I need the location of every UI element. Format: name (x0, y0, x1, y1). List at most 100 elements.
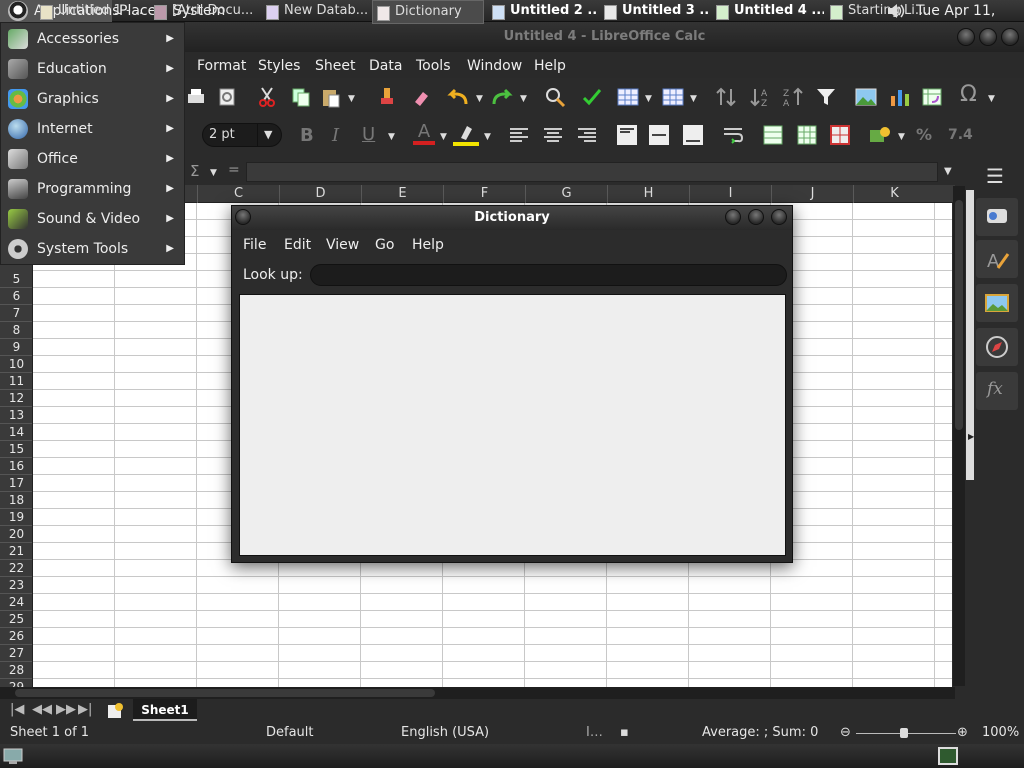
column-header-i[interactable]: I (689, 185, 771, 203)
sidebar-menu-icon[interactable]: ☰ (986, 164, 1004, 188)
dictionary-maximize-button[interactable] (748, 209, 764, 225)
align-center-icon[interactable] (542, 124, 564, 146)
expand-formula-bar-icon[interactable]: ▼ (944, 166, 952, 177)
show-desktop-icon[interactable] (3, 747, 23, 765)
underline-icon[interactable]: U (362, 124, 375, 145)
definition-area[interactable] (239, 294, 786, 556)
sum-dropdown-icon[interactable]: ▼ (210, 168, 217, 178)
align-right-icon[interactable] (576, 124, 598, 146)
underline-dropdown-icon[interactable]: ▼ (388, 132, 395, 142)
minimize-button[interactable] (957, 28, 975, 46)
merge-cells-icon[interactable] (762, 124, 784, 146)
redo-dropdown-icon[interactable]: ▼ (520, 94, 527, 104)
language-status[interactable]: English (USA) (401, 723, 489, 743)
column-header-e[interactable]: E (361, 185, 443, 203)
bold-icon[interactable]: B (300, 125, 314, 146)
row-dropdown-icon[interactable]: ▼ (645, 94, 652, 104)
taskbar-item-untitled-4[interactable]: Untitled 4 ... (712, 0, 824, 24)
sort-descending-icon[interactable]: ZA (781, 86, 805, 108)
zoom-slider-thumb[interactable] (900, 728, 908, 738)
insert-pivot-table-icon[interactable] (920, 86, 944, 108)
sort-icon[interactable] (714, 86, 738, 108)
menu-graphics[interactable]: Graphics ▶ (1, 84, 184, 114)
row-header-item[interactable]: 25 (0, 611, 32, 628)
clear-formatting-icon[interactable] (410, 86, 432, 108)
borders-icon[interactable] (829, 124, 851, 146)
highlight-color-icon[interactable] (453, 124, 479, 146)
last-sheet-icon[interactable]: ▶| (78, 702, 92, 717)
horizontal-scrollbar-thumb[interactable] (15, 689, 435, 697)
unmerge-cells-icon[interactable] (796, 124, 818, 146)
dictionary-menu-view[interactable]: View (326, 234, 359, 256)
row-header-item[interactable]: 10 (0, 356, 32, 373)
first-sheet-icon[interactable]: |◀ (10, 702, 24, 717)
dictionary-menu-file[interactable]: File (243, 234, 266, 256)
taskbar-item-untitled-3[interactable]: Untitled 3 ... (600, 0, 710, 24)
column-header-f[interactable]: F (443, 185, 525, 203)
taskbar-item-starting-libreoffice[interactable]: Starting Li... (826, 0, 934, 24)
taskbar-item-dictionary[interactable]: Dictionary (372, 0, 484, 24)
row-header-item[interactable]: 7 (0, 305, 32, 322)
insert-image-icon[interactable] (854, 86, 878, 108)
special-character-dropdown-icon[interactable]: ▼ (988, 94, 995, 104)
cut-icon[interactable] (256, 86, 278, 108)
sum-icon[interactable]: Σ (190, 162, 199, 180)
autofilter-icon[interactable] (814, 86, 838, 108)
column-icon[interactable] (661, 86, 685, 108)
column-header-k[interactable]: K (853, 185, 935, 203)
row-header-item[interactable]: 24 (0, 594, 32, 611)
row-header-item[interactable]: 21 (0, 543, 32, 560)
row-icon[interactable] (616, 86, 640, 108)
font-size-dropdown-icon[interactable]: ▼ (257, 124, 281, 146)
menu-education[interactable]: Education ▶ (1, 54, 184, 84)
row-header-item[interactable]: 28 (0, 662, 32, 679)
zoom-out-icon[interactable]: ⊖ (840, 723, 851, 743)
sidebar-gallery-button[interactable] (976, 284, 1018, 322)
close-button[interactable] (1001, 28, 1019, 46)
menu-office[interactable]: Office ▶ (1, 144, 184, 174)
page-style[interactable]: Default (266, 723, 314, 743)
add-sheet-icon[interactable] (106, 702, 124, 720)
row-header-item[interactable]: 12 (0, 390, 32, 407)
menu-sound-video[interactable]: Sound & Video ▶ (1, 204, 184, 234)
document-modified-icon[interactable]: ▪ (620, 723, 629, 743)
dictionary-menu-edit[interactable]: Edit (284, 234, 311, 256)
dictionary-window-title[interactable]: Dictionary (232, 206, 792, 230)
center-vertically-icon[interactable] (648, 124, 670, 146)
row-header-item[interactable]: 20 (0, 526, 32, 543)
row-header-item[interactable]: 18 (0, 492, 32, 509)
copy-icon[interactable] (290, 86, 312, 108)
next-sheet-icon[interactable]: ▶▶ (56, 702, 76, 717)
lookup-input[interactable] (310, 264, 787, 286)
sidebar-navigator-button[interactable] (976, 328, 1018, 366)
redo-icon[interactable] (490, 86, 514, 108)
sort-ascending-icon[interactable]: AZ (748, 86, 772, 108)
row-header-item[interactable]: 27 (0, 645, 32, 662)
percent-format-icon[interactable]: % (916, 125, 932, 144)
vertical-scrollbar-thumb[interactable] (955, 200, 963, 430)
sheet-tab-sheet1[interactable]: Sheet1 (133, 699, 197, 721)
find-replace-icon[interactable] (544, 86, 568, 108)
taskbar-item-untitled-2[interactable]: Untitled 2 ... (488, 0, 598, 24)
selection-summary[interactable]: Average: ; Sum: 0 (702, 723, 818, 743)
font-color-icon[interactable]: A (413, 123, 435, 145)
column-header-h[interactable]: H (607, 185, 689, 203)
taskbar-item-new-database[interactable]: New Datab... (262, 0, 370, 24)
paste-icon[interactable] (320, 86, 342, 108)
column-header-d[interactable]: D (279, 185, 361, 203)
insert-chart-icon[interactable] (888, 86, 912, 108)
menu-system-tools[interactable]: System Tools ▶ (1, 234, 184, 264)
row-header-item[interactable]: 9 (0, 339, 32, 356)
selection-mode-icon[interactable]: Ι… (586, 723, 603, 743)
menu-internet[interactable]: Internet ▶ (1, 114, 184, 144)
formula-input[interactable] (246, 162, 938, 182)
spelling-icon[interactable] (580, 86, 604, 108)
formula-icon[interactable]: = (228, 162, 240, 178)
row-header-item[interactable]: 15 (0, 441, 32, 458)
sidebar-functions-button[interactable]: fx (976, 372, 1018, 410)
menu-programming[interactable]: Programming ▶ (1, 174, 184, 204)
row-header-item[interactable]: 8 (0, 322, 32, 339)
previous-sheet-icon[interactable]: ◀◀ (32, 702, 52, 717)
undo-icon[interactable] (446, 86, 470, 108)
align-bottom-icon[interactable] (682, 124, 704, 146)
